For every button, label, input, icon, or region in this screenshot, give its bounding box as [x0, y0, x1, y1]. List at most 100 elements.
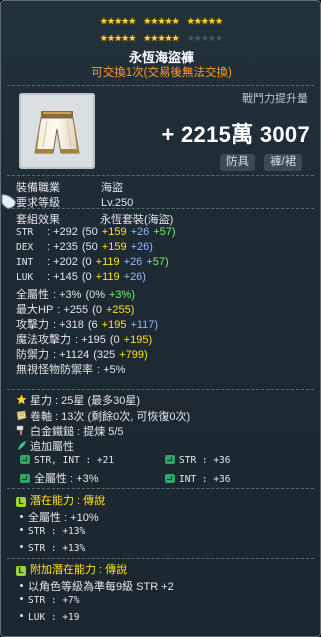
extra-option-header: 追加屬性 [16, 438, 74, 454]
trade-status: 可交換1次(交易後無法交換) [91, 67, 232, 79]
extra-option-left-1: STR, INT : +21 [34, 455, 115, 466]
starforce-line: 星力 : 25星 (最多30星) [16, 392, 140, 408]
stat-star: +255) [105, 304, 135, 316]
tag-pants: 褲/裙 [264, 154, 303, 171]
star-icon: ★ [128, 16, 137, 26]
divider [7, 389, 314, 390]
extra-option-row-2: 全屬性 : +3% INT : +36 [20, 470, 230, 486]
stat-scroll: +26 [123, 256, 143, 268]
hammer-line: 白金鐵鎚 : 提煉 5/5 [16, 423, 124, 439]
stat-star: +799) [119, 349, 148, 361]
scroll-text: 卷軸 : 13次 (剩餘0次, 可恢復0次) [30, 411, 191, 423]
extra-option-label: 追加屬性 [30, 441, 74, 453]
potential-line-text: STR : +13% [28, 543, 86, 554]
stat-scroll: +26) [123, 271, 146, 283]
starforce-stars: ★★★★★ ★★★★★ ★★★★★ [1, 11, 320, 29]
stat-star: +119 [95, 271, 120, 283]
legendary-badge-icon: L [16, 566, 26, 576]
divider [7, 208, 314, 209]
stat-total: : +5% [97, 364, 126, 376]
stat-label: STR [16, 227, 34, 238]
potential-line-2: STR : +13% [20, 526, 85, 537]
divider [7, 488, 314, 489]
potential-line-text: STR : +13% [28, 526, 86, 537]
star-icon: ★ [171, 33, 180, 43]
stat-row: 最大HP: +255 (0 +255) [16, 301, 134, 317]
scroll-icon [16, 410, 27, 421]
additional-line-1: 以角色等級為準每9級 STR +2 [20, 578, 174, 594]
star-icon [16, 394, 27, 405]
hammer-icon [16, 425, 27, 436]
stat-row: 全屬性: +3% (0% +3%) [16, 286, 135, 302]
stat-total: : +202 [47, 256, 78, 268]
stat-star: +159 [101, 226, 127, 238]
starforce-stars-row2: ★★★★★ ★★★★★ ★★★★★ [1, 28, 320, 46]
stat-scroll: +26) [130, 241, 153, 253]
stat-total: : +195 [75, 334, 106, 346]
stat-base: (50 [81, 241, 98, 253]
stat-flame: +57) [146, 256, 169, 268]
stat-row: 魔法攻擊力: +195 (0 +195) [16, 331, 152, 347]
stat-row: 防禦力 : +1124 (325 +799) [16, 346, 148, 362]
stat-star: +195 [101, 319, 127, 331]
stat-base: (0% [85, 289, 105, 301]
stat-total: : +255 [57, 304, 89, 316]
stat-total: : +235 [47, 241, 78, 253]
stat-total: : +3% [53, 289, 82, 301]
option-icon [165, 474, 175, 483]
stat-base: (0 [81, 256, 92, 268]
star-icon: ★ [128, 33, 137, 43]
power-label: 戰鬥力提升量 [242, 93, 308, 105]
stat-label: DEX [16, 242, 34, 253]
set-value: 永恆套裝(海盜) [100, 214, 174, 226]
starforce-text: 星力 : 25星 (最多30星) [30, 395, 141, 407]
stat-row: DEX : +235 (50 +159 +26) [16, 241, 153, 253]
stat-total: : +1124 [53, 349, 90, 361]
stat-star: +119 [95, 256, 120, 268]
stat-total: : +318 [53, 319, 84, 331]
additional-line-3: LUK : +19 [20, 612, 79, 623]
additional-line-text: STR : +7% [28, 595, 80, 606]
stat-base: (325 [93, 349, 116, 361]
extra-option-row-1: STR, INT : +21 STR : +36 [20, 454, 230, 466]
stat-base: (0 [92, 304, 102, 316]
feather-icon [16, 440, 27, 451]
extra-option-right-1: STR : +36 [179, 455, 231, 466]
set-label: 套組效果 [16, 214, 60, 226]
potential-header: L 潛在能力 : 傳說 [16, 492, 105, 508]
stat-label: 最大HP [16, 304, 54, 316]
star-icon: ★ [215, 33, 224, 43]
stat-row: STR: +292 (50 +159 +26 +57) [16, 226, 176, 238]
stat-row: 攻擊力 : +318 (6 +195 +117) [16, 316, 158, 332]
stat-row: INT: +202 (0 +119 +26 +57) [16, 256, 169, 268]
additional-line-2: STR : +7% [20, 595, 79, 606]
stat-base: (50 [81, 226, 98, 238]
stat-label: 攻擊力 [16, 319, 49, 331]
stat-base: (0 [81, 271, 92, 283]
stat-label: 無視怪物防禦率 [16, 364, 93, 376]
item-tooltip: ★★★★★ ★★★★★ ★★★★★ ★★★★★ ★★★★★ ★★★★★ 永恆海盜褲 可交… [0, 0, 321, 637]
req-job: 裝備職業 海盜 [16, 179, 123, 195]
potential-title: 潛在能力 : 傳說 [30, 495, 106, 507]
scroll-line: 卷軸 : 13次 (剩餘0次, 可恢復0次) [16, 408, 190, 424]
stat-base: (6 [87, 319, 98, 331]
stat-flame: +57) [153, 226, 176, 238]
extra-option-right-2: INT : +36 [179, 474, 231, 485]
stat-flame: +3%) [109, 289, 135, 301]
stat-label: LUK [16, 272, 34, 283]
stat-scroll: +117) [130, 319, 159, 331]
stat-row: LUK: +145 (0 +119 +26) [16, 271, 146, 283]
hammer-text: 白金鐵鎚 : 提煉 5/5 [30, 426, 124, 438]
option-icon [20, 474, 30, 483]
item-icon-frame [19, 93, 95, 169]
star-icon: ★ [171, 16, 180, 26]
pants-icon [34, 111, 80, 154]
option-icon [165, 455, 175, 464]
stat-label: 防禦力 [16, 349, 49, 361]
stat-row: 無視怪物防禦率 : +5% [16, 361, 125, 377]
potential-line-1: 全屬性 : +10% [20, 509, 99, 525]
legendary-badge-icon: L [16, 497, 26, 507]
stat-star: +159 [101, 241, 127, 253]
divider [7, 558, 314, 559]
star-icon: ★ [215, 16, 224, 26]
